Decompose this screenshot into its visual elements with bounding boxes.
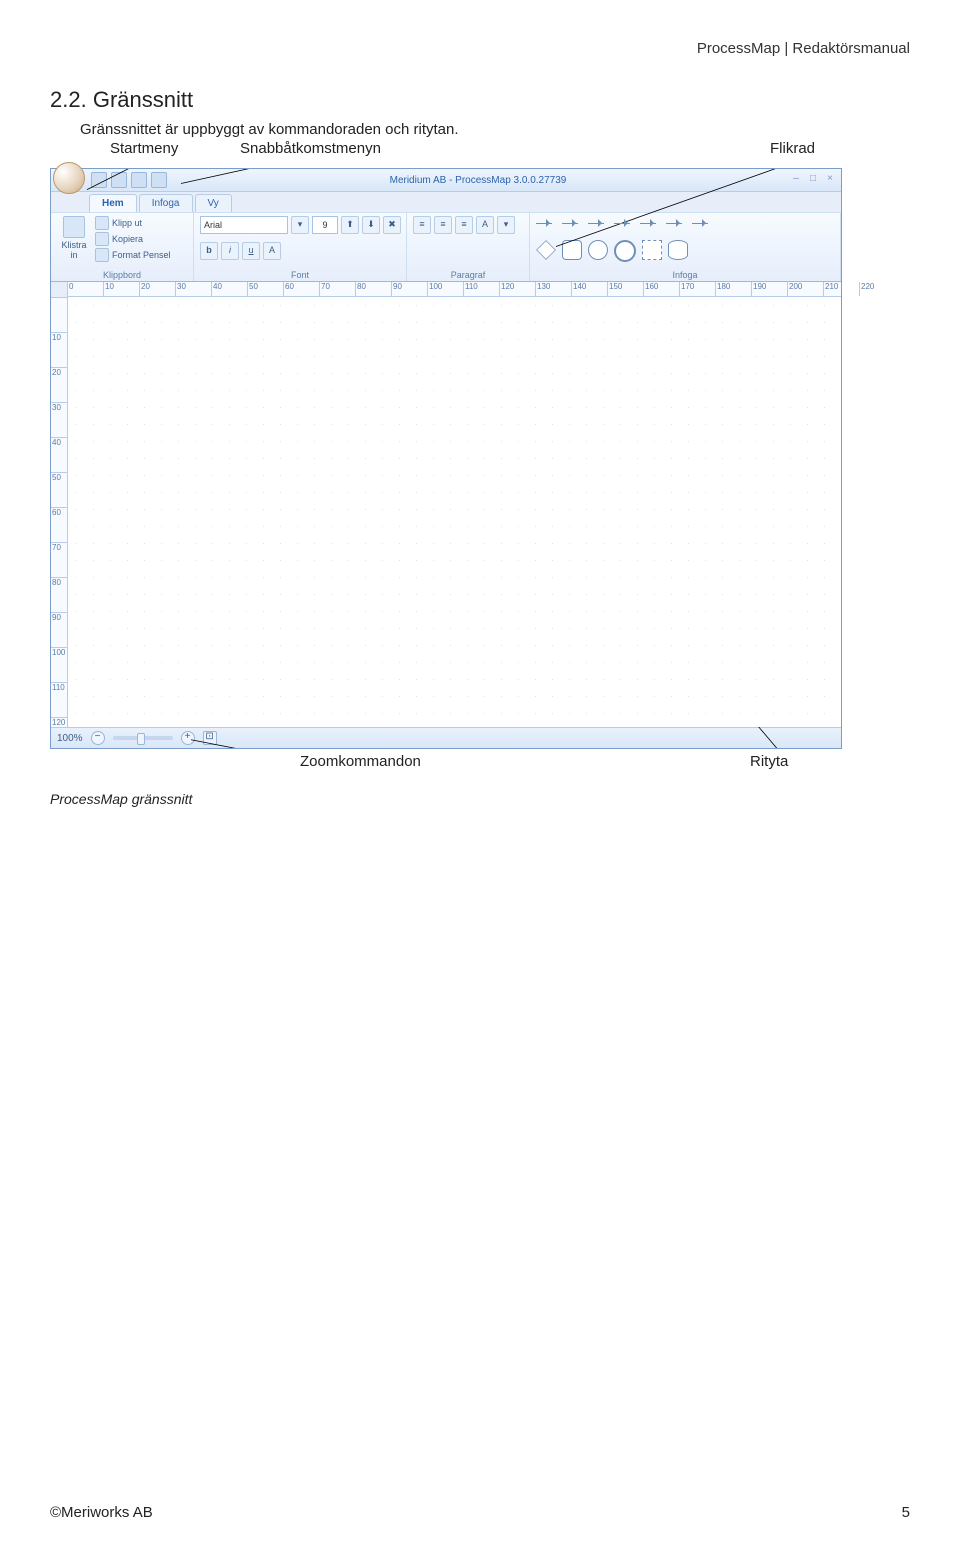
group-infoga: Infoga xyxy=(530,213,841,281)
ruler-horizontal: 0102030405060708090100110120130140150160… xyxy=(67,282,841,297)
annotation-row-top: Startmeny Snabbåtkomstmenyn Flikrad xyxy=(50,140,910,164)
page-header-right: ProcessMap | Redaktörsmanual xyxy=(50,40,910,57)
window-title: Meridium AB - ProcessMap 3.0.0.27739 xyxy=(167,175,789,186)
shape-ring[interactable] xyxy=(614,240,636,262)
group-label: Font xyxy=(200,270,400,280)
ribbon-tabs: Hem Infoga Vy xyxy=(51,192,841,212)
footer-left: ©Meriworks AB xyxy=(50,1504,153,1521)
group-label: Klippbord xyxy=(57,270,187,280)
group-paragraf: ≡ ≡ ≡ A ▾ Paragraf xyxy=(407,213,530,281)
section-heading: 2.2. Gränssnitt xyxy=(50,87,910,113)
group-font: Arial ▾ 9 ⬆ ⬇ ✖ b i u A Font xyxy=(194,213,407,281)
underline-button[interactable]: u xyxy=(242,242,260,260)
format-painter-button[interactable]: Format Pensel xyxy=(95,248,171,262)
arrow-tool[interactable] xyxy=(666,216,684,230)
group-label: Infoga xyxy=(536,270,834,280)
paste-icon xyxy=(63,216,85,238)
shape-diamond[interactable] xyxy=(536,240,556,260)
quick-access-toolbar[interactable] xyxy=(91,172,167,188)
font-size-input[interactable]: 9 xyxy=(312,216,338,234)
arrow-tool[interactable] xyxy=(588,216,606,230)
chevron-down-icon[interactable]: ▾ xyxy=(291,216,309,234)
shape-rounded-rect[interactable] xyxy=(562,240,582,260)
label-snabbatkomst: Snabbåtkomstmenyn xyxy=(240,140,381,157)
zoom-in-button[interactable]: + xyxy=(181,731,195,745)
shape-dashed-rect[interactable] xyxy=(642,240,662,260)
ribbon: Klistra in Klipp ut Kopiera Format Pense… xyxy=(51,212,841,282)
font-name-select[interactable]: Arial xyxy=(200,216,288,234)
footer-page-number: 5 xyxy=(902,1504,910,1521)
zoom-percent: 100% xyxy=(57,733,83,744)
close-icon[interactable]: × xyxy=(823,174,837,186)
group-label: Paragraf xyxy=(413,270,523,280)
paste-button[interactable]: Klistra in xyxy=(57,216,91,260)
shape-cylinder[interactable] xyxy=(668,240,688,260)
start-orb[interactable] xyxy=(53,162,85,194)
figure-caption: ProcessMap gränssnitt xyxy=(50,791,910,807)
chevron-down-icon[interactable]: ▾ xyxy=(497,216,515,234)
arrow-tool[interactable] xyxy=(614,216,632,230)
canvas[interactable] xyxy=(68,297,841,727)
tab-vy[interactable]: Vy xyxy=(195,194,232,212)
group-klippbord: Klistra in Klipp ut Kopiera Format Pense… xyxy=(51,213,194,281)
italic-button[interactable]: i xyxy=(221,242,239,260)
align-right-button[interactable]: ≡ xyxy=(455,216,473,234)
ruler-vertical: 102030405060708090100110120 xyxy=(51,297,68,727)
minimize-icon[interactable]: – xyxy=(789,174,803,186)
font-shrink-button[interactable]: ⬇ xyxy=(362,216,380,234)
label-zoomkommandon: Zoomkommandon xyxy=(300,753,421,770)
cut-icon xyxy=(95,216,109,230)
align-left-button[interactable]: ≡ xyxy=(413,216,431,234)
zoom-out-button[interactable]: − xyxy=(91,731,105,745)
tab-hem[interactable]: Hem xyxy=(89,194,137,212)
statusbar: 100% − + ⊡ xyxy=(51,727,841,748)
font-grow-button[interactable]: ⬆ xyxy=(341,216,359,234)
zoom-slider[interactable] xyxy=(113,736,173,740)
arrow-tool[interactable] xyxy=(562,216,580,230)
font-color-button[interactable]: A xyxy=(263,242,281,260)
shape-circle[interactable] xyxy=(588,240,608,260)
tab-infoga[interactable]: Infoga xyxy=(139,194,193,212)
label-rityta: Rityta xyxy=(750,753,788,770)
label-startmeny: Startmeny xyxy=(110,140,178,157)
cut-button[interactable]: Klipp ut xyxy=(95,216,171,230)
copy-icon xyxy=(95,232,109,246)
section-intro: Gränssnittet är uppbyggt av kommandorade… xyxy=(80,121,910,138)
arrow-tool[interactable] xyxy=(640,216,658,230)
label-flikrad: Flikrad xyxy=(770,140,815,157)
align-center-button[interactable]: ≡ xyxy=(434,216,452,234)
text-box-button[interactable]: A xyxy=(476,216,494,234)
app-window: Meridium AB - ProcessMap 3.0.0.27739 –□×… xyxy=(50,168,842,749)
arrow-tool[interactable] xyxy=(692,216,710,230)
brush-icon xyxy=(95,248,109,262)
titlebar: Meridium AB - ProcessMap 3.0.0.27739 –□× xyxy=(51,169,841,192)
window-controls[interactable]: –□× xyxy=(789,174,837,186)
copy-button[interactable]: Kopiera xyxy=(95,232,171,246)
arrow-tool[interactable] xyxy=(536,216,554,230)
annotation-row-bottom: Zoomkommandon Rityta xyxy=(50,753,910,775)
bold-button[interactable]: b xyxy=(200,242,218,260)
maximize-icon[interactable]: □ xyxy=(806,174,820,186)
font-clear-button[interactable]: ✖ xyxy=(383,216,401,234)
zoom-fit-button[interactable]: ⊡ xyxy=(203,731,217,745)
